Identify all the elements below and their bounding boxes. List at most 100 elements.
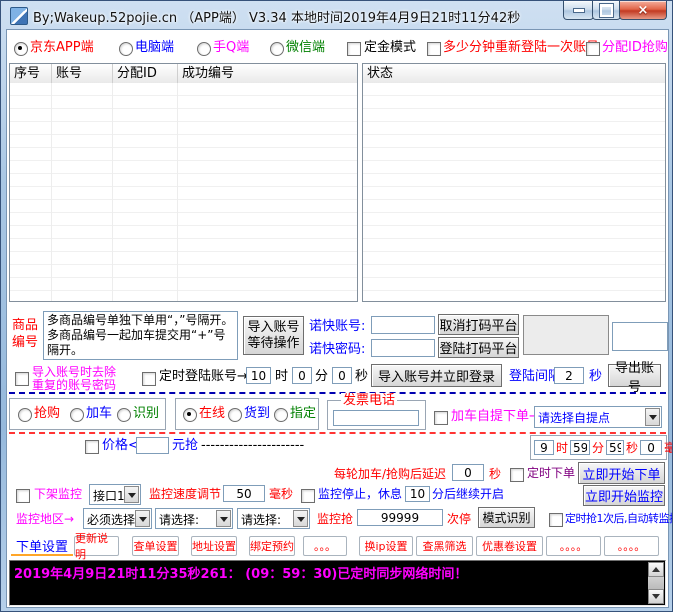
checkbox-timed-grab-to-monitor-label: 定时抢1次后,自动转监控	[565, 512, 673, 526]
monitor-pause-input[interactable]	[405, 486, 430, 502]
round-delay-input[interactable]	[452, 464, 484, 481]
column-header-success-no[interactable]: 成功编号	[178, 64, 357, 83]
radio-pc[interactable]	[119, 42, 133, 56]
minimize-button[interactable]	[563, 1, 594, 20]
checkbox-cart-pickup-order[interactable]	[434, 411, 448, 425]
close-button[interactable]: ×	[619, 1, 667, 20]
product-id-input[interactable]: 多商品编号单独下单用“，”号隔开。多商品编号一起加车提交用“+”号隔开。	[43, 311, 238, 360]
column-header-index[interactable]: 序号	[10, 64, 52, 83]
checkbox-dedupe-label-line2: 重复的账号密码	[32, 378, 116, 393]
close-icon: ×	[638, 4, 649, 17]
order-hour-input[interactable]	[534, 440, 554, 455]
chevron-down-icon[interactable]	[135, 510, 150, 527]
radio-add-cart[interactable]	[70, 408, 84, 422]
login-interval-unit: 秒	[589, 369, 602, 385]
tab-dots-1[interactable]: 。。。	[303, 536, 347, 556]
radio-jd-app[interactable]	[14, 42, 28, 56]
login-interval-input[interactable]	[554, 367, 584, 384]
tab-order-settings[interactable]: 下单设置	[11, 536, 73, 556]
login-captcha-platform-button[interactable]: 登陆打码平台	[438, 337, 519, 358]
tab-change-ip[interactable]: 换ip设置	[359, 536, 413, 556]
region-dropdown-2[interactable]: 请选择:	[155, 508, 233, 529]
checkbox-offshelf-monitor[interactable]	[16, 489, 30, 503]
column-header-status[interactable]: 状态	[363, 64, 665, 83]
column-header-account[interactable]: 账号	[52, 64, 113, 83]
log-scrollbar[interactable]	[648, 562, 664, 604]
checkbox-deposit-mode[interactable]	[347, 42, 361, 56]
login-minute-unit: 分	[315, 369, 328, 385]
tab-update-notes[interactable]: 更新说明	[74, 536, 119, 556]
captcha-password-input[interactable]	[371, 339, 435, 357]
order-minute-input[interactable]	[570, 440, 590, 455]
account-list-body[interactable]	[10, 83, 357, 301]
tab-coupon-settings[interactable]: 优惠卷设置	[476, 536, 543, 556]
chevron-down-icon[interactable]	[293, 510, 308, 527]
region-dropdown-1[interactable]: 必须选择	[83, 508, 152, 529]
radio-mobile-qq[interactable]	[197, 42, 211, 56]
tab-dots-2[interactable]: 。。。。	[546, 536, 601, 556]
status-list-body[interactable]	[363, 83, 665, 301]
price-limit-input[interactable]	[136, 437, 169, 454]
interface-dropdown[interactable]: 接口1	[89, 484, 141, 505]
maximize-button[interactable]	[592, 1, 621, 20]
checkbox-timed-order[interactable]	[510, 468, 524, 482]
radio-designated[interactable]	[274, 408, 288, 422]
captcha-account-input[interactable]	[371, 316, 435, 334]
radio-recognize[interactable]	[117, 408, 131, 422]
price-limit-label: 价格<	[102, 438, 139, 454]
checkbox-timed-grab-to-monitor[interactable]	[549, 513, 563, 527]
monitor-speed-input[interactable]	[223, 485, 265, 502]
login-second-unit: 秒	[355, 369, 368, 385]
checkbox-relogin-interval-label: 多少分钟重新登陆一次账号	[443, 40, 599, 56]
export-accounts-button[interactable]: 导出账号	[608, 364, 661, 387]
invoice-phone-label: 发票电话	[341, 393, 397, 409]
account-list[interactable]: 序号 账号 分配ID 成功编号	[9, 63, 358, 302]
tab-dots-3[interactable]: 。。。。	[604, 536, 659, 556]
login-hour-input[interactable]	[246, 367, 271, 384]
grid-line	[177, 83, 178, 301]
start-order-button[interactable]: 立即开始下单	[578, 462, 665, 484]
checkbox-dedupe-accounts[interactable]	[15, 372, 29, 386]
monitor-grab-count-input[interactable]	[357, 509, 443, 526]
radio-grab[interactable]	[18, 408, 32, 422]
title-bar: By;Wakeup.52pojie.cn （APP端） V3.34 本地时间20…	[1, 1, 672, 29]
chevron-down-icon[interactable]	[124, 486, 139, 503]
start-monitor-button[interactable]: 立即开始监控	[583, 485, 665, 506]
invoice-phone-input[interactable]	[333, 410, 419, 426]
chevron-down-icon[interactable]	[216, 510, 231, 527]
mode-recognize-button[interactable]: 模式识别	[478, 507, 535, 528]
blue-dashed-divider	[9, 392, 666, 394]
scroll-down-button[interactable]	[648, 589, 664, 604]
product-id-label-line2: 编号	[12, 335, 38, 351]
checkbox-monitor-pause[interactable]	[301, 489, 315, 503]
checkbox-price-limit[interactable]	[85, 440, 99, 454]
checkbox-assign-id-label: 分配ID抢购	[602, 40, 668, 56]
login-minute-input[interactable]	[292, 367, 312, 384]
status-list[interactable]: 状态	[362, 63, 666, 302]
monitor-region-label: 监控地区→	[16, 512, 74, 527]
radio-wechat[interactable]	[270, 42, 284, 56]
radio-online-pay[interactable]	[183, 408, 197, 422]
order-millisecond-input[interactable]	[640, 440, 662, 455]
region-dropdown-3[interactable]: 请选择:	[237, 508, 310, 529]
import-and-login-button[interactable]: 导入账号并立即登录	[371, 364, 502, 387]
pickup-point-dropdown[interactable]: 请选择自提点	[534, 406, 662, 428]
import-accounts-wait-button[interactable]: 导入账号 等待操作	[243, 316, 304, 355]
tab-bind-reservation[interactable]: 绑定预约	[249, 536, 295, 556]
tab-check-orders[interactable]: 查单设置	[132, 536, 179, 556]
tab-blacklist-filter[interactable]: 查黑筛选	[416, 536, 473, 556]
checkbox-relogin-interval[interactable]	[427, 42, 441, 56]
price-limit-unit: 元抢	[172, 438, 198, 454]
dashes-text: ----------------------	[201, 438, 304, 454]
login-second-input[interactable]	[332, 367, 352, 384]
checkbox-timed-login[interactable]	[142, 372, 156, 386]
tab-address-settings[interactable]: 地址设置	[191, 536, 237, 556]
checkbox-assign-id[interactable]	[586, 42, 600, 56]
radio-cod[interactable]	[228, 408, 242, 422]
monitor-pause-prefix: 监控停止，休息	[318, 487, 402, 502]
chevron-down-icon[interactable]	[645, 408, 660, 426]
order-second-input[interactable]	[606, 440, 624, 455]
column-header-assigned-id[interactable]: 分配ID	[113, 64, 178, 83]
scroll-up-button[interactable]	[648, 562, 664, 577]
cancel-captcha-platform-button[interactable]: 取消打码平台	[438, 314, 519, 335]
